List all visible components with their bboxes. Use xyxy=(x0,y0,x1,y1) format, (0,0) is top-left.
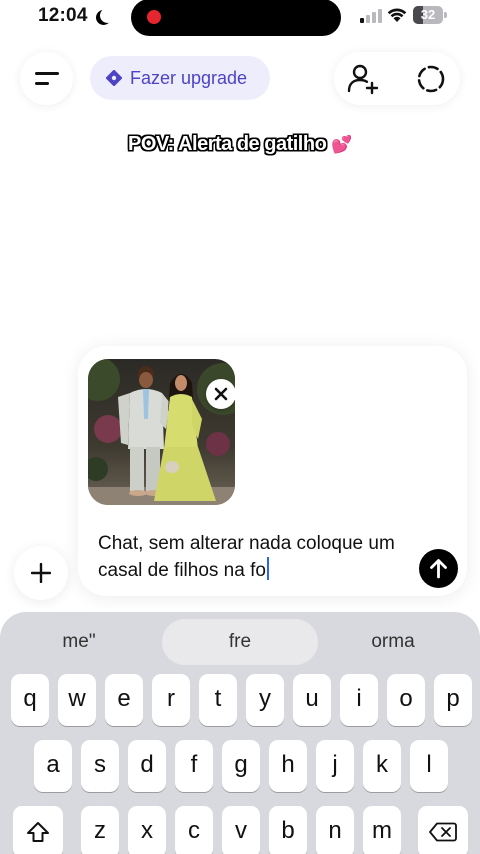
suggestion-2[interactable]: fre xyxy=(162,619,318,665)
key-e[interactable]: e xyxy=(105,674,143,726)
temporary-chat-icon[interactable] xyxy=(414,62,448,96)
delete-icon xyxy=(429,822,457,842)
battery-level: 32 xyxy=(420,7,436,22)
key-d[interactable]: d xyxy=(128,740,166,792)
key-z[interactable]: z xyxy=(81,806,119,854)
battery-icon: 32 xyxy=(413,6,447,24)
key-c[interactable]: c xyxy=(175,806,213,854)
moon-icon xyxy=(100,8,115,23)
signal-icon xyxy=(360,9,382,23)
key-o[interactable]: o xyxy=(387,674,425,726)
caption-text: POV: Alerta de gatilho xyxy=(127,133,327,155)
dynamic-island xyxy=(131,0,341,36)
attached-photo[interactable] xyxy=(88,359,235,505)
key-v[interactable]: v xyxy=(222,806,260,854)
shift-key[interactable] xyxy=(13,806,63,854)
key-h[interactable]: h xyxy=(269,740,307,792)
arrow-up-icon xyxy=(430,559,447,579)
key-b[interactable]: b xyxy=(269,806,307,854)
key-k[interactable]: k xyxy=(363,740,401,792)
add-person-icon[interactable] xyxy=(346,62,380,96)
upgrade-button[interactable]: Fazer upgrade xyxy=(90,56,270,100)
header-actions xyxy=(334,52,460,105)
key-m[interactable]: m xyxy=(363,806,401,854)
key-n[interactable]: n xyxy=(316,806,354,854)
sparkle-icon xyxy=(106,70,122,86)
key-g[interactable]: g xyxy=(222,740,260,792)
caption-emoji: 💕 xyxy=(331,135,353,154)
key-i[interactable]: i xyxy=(340,674,378,726)
keyboard: me" fre orma qwertyuiop asdfghjkl zxcvbn… xyxy=(0,612,480,854)
menu-button[interactable] xyxy=(20,52,73,105)
text-caret xyxy=(266,557,269,580)
upgrade-label: Fazer upgrade xyxy=(130,67,248,88)
prompt-input[interactable]: Chat, sem alterar nada coloque um casal … xyxy=(98,530,408,584)
close-icon xyxy=(214,387,228,401)
key-j[interactable]: j xyxy=(316,740,354,792)
send-button[interactable] xyxy=(419,549,458,588)
key-w[interactable]: w xyxy=(58,674,96,726)
prompt-text: Chat, sem alterar nada coloque um casal … xyxy=(98,533,395,581)
composer: Chat, sem alterar nada coloque um casal … xyxy=(78,346,467,596)
record-indicator xyxy=(147,10,161,24)
key-l[interactable]: l xyxy=(410,740,448,792)
key-f[interactable]: f xyxy=(175,740,213,792)
key-t[interactable]: t xyxy=(199,674,237,726)
key-u[interactable]: u xyxy=(293,674,331,726)
key-q[interactable]: q xyxy=(11,674,49,726)
wifi-icon xyxy=(387,8,407,22)
shift-icon xyxy=(27,822,49,842)
plus-icon xyxy=(31,563,51,583)
suggestion-1[interactable]: me" xyxy=(20,619,138,665)
key-s[interactable]: s xyxy=(81,740,119,792)
status-time: 12:04 xyxy=(38,5,88,26)
delete-key[interactable] xyxy=(418,806,468,854)
add-attachment-button[interactable] xyxy=(14,546,68,600)
suggestion-3[interactable]: orma xyxy=(334,619,452,665)
key-y[interactable]: y xyxy=(246,674,284,726)
status-bar: 12:04 32 xyxy=(0,0,480,36)
remove-attachment-button[interactable] xyxy=(206,379,235,409)
key-r[interactable]: r xyxy=(152,674,190,726)
key-x[interactable]: x xyxy=(128,806,166,854)
key-a[interactable]: a xyxy=(34,740,72,792)
video-caption: POV: Alerta de gatilho 💕 xyxy=(0,133,480,156)
key-p[interactable]: p xyxy=(434,674,472,726)
